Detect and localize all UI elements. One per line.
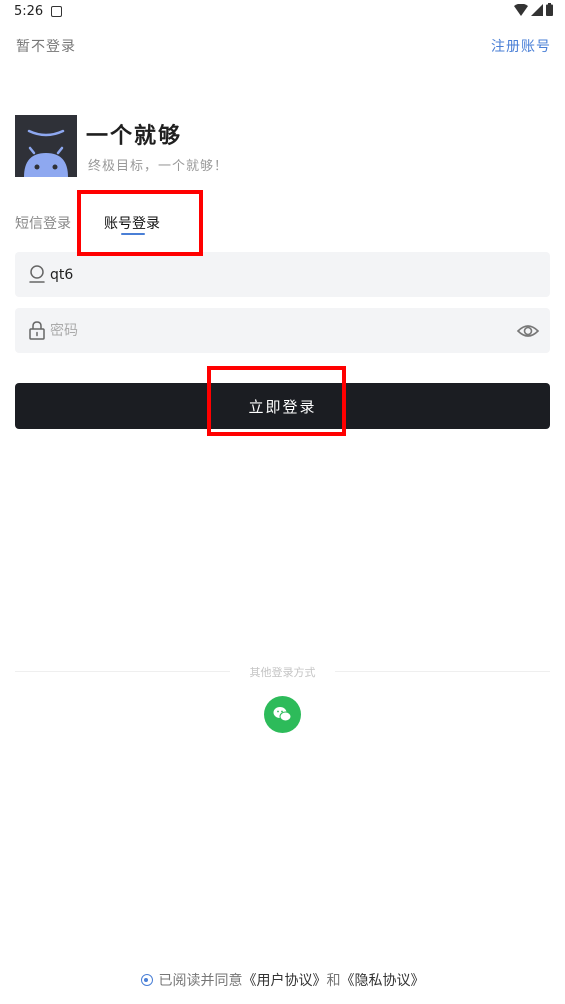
agreement-checkbox[interactable] (140, 974, 153, 986)
lock-icon (29, 321, 45, 340)
user-icon (29, 265, 45, 283)
user-agreement-link[interactable]: 《用户协议》 (243, 970, 327, 990)
app-name: 一个就够 (86, 124, 183, 149)
highlight-box-account-tab (77, 190, 203, 256)
privacy-policy-link[interactable]: 《隐私协议》 (341, 970, 425, 990)
wifi-icon (514, 3, 528, 16)
register-account-link[interactable]: 注册账号 (491, 36, 551, 56)
tab-sms-login[interactable]: 短信登录 (15, 213, 71, 233)
password-input[interactable] (50, 308, 500, 353)
username-input[interactable] (50, 252, 500, 297)
app-tagline: 终极目标，一个就够！ (88, 159, 229, 174)
app-logo (15, 115, 77, 177)
skip-login-link[interactable]: 暂不登录 (16, 36, 76, 56)
status-icons (514, 3, 553, 16)
wechat-login-button[interactable] (264, 696, 301, 733)
agreement-conjunction: 和 (326, 973, 341, 989)
agreement-prefix: 已阅读并同意 (158, 973, 243, 989)
eye-icon[interactable] (516, 319, 540, 343)
notification-icon (51, 6, 62, 17)
status-time: 5:26 (14, 4, 44, 19)
agreement-row: 已阅读并同意 《用户协议》 和 《隐私协议》 (0, 970, 565, 990)
highlight-box-login-button (207, 366, 346, 436)
wechat-icon (273, 707, 292, 722)
battery-icon (546, 3, 553, 16)
username-field[interactable] (15, 252, 550, 297)
password-field[interactable] (15, 308, 550, 353)
other-login-label: 其他登录方式 (249, 666, 316, 679)
signal-icon (531, 3, 543, 16)
